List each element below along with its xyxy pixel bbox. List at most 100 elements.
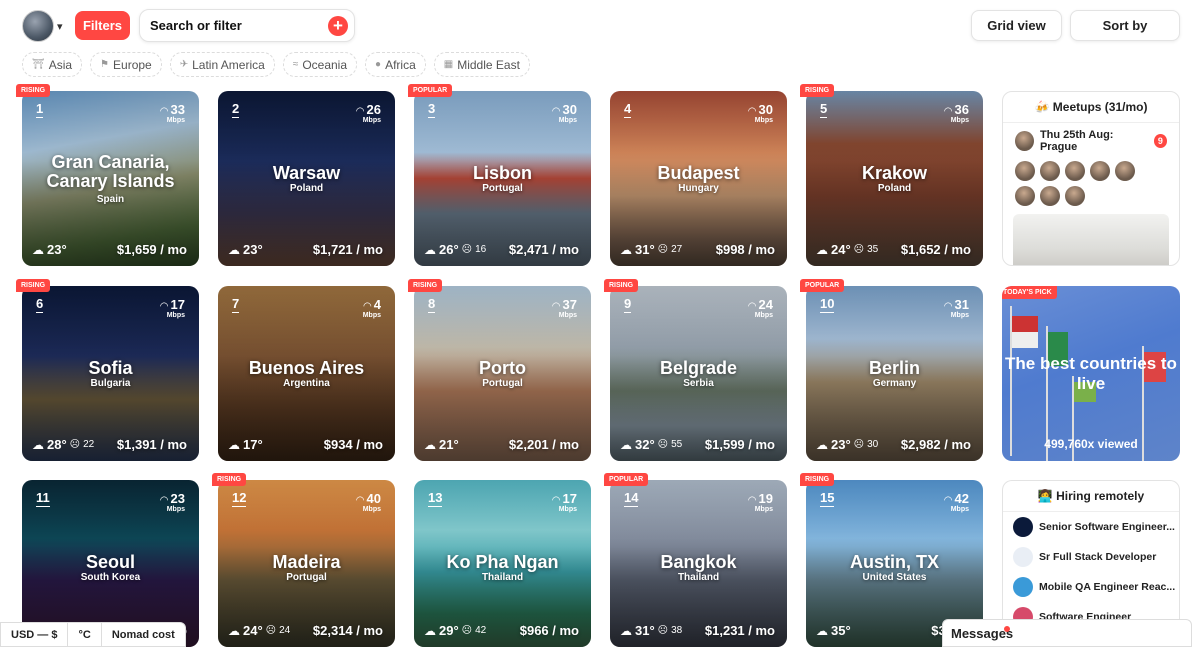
card-footer: ☁ 23° $1,721 / mo [228,242,383,257]
wave-icon: ≈ [292,59,299,70]
avatar[interactable] [1090,161,1110,181]
air-quality-value: 16 [475,244,487,255]
internet-speed-unit: Mbps [558,117,577,124]
city-name: Porto [479,358,526,378]
city-name: Budapest [657,163,740,183]
currency-selector[interactable]: USD — $ [1,623,69,646]
city-rank: 10 [820,296,835,313]
job-listing[interactable]: Senior Software Engineer... [1003,512,1179,542]
temperature-unit-toggle[interactable]: °C [68,623,102,646]
city-card[interactable]: 10 ◠ 31 Mbps Berlin Germany ☁ 23° ☹ 30 $2,982 / mo [806,286,983,461]
city-card[interactable]: 6 ◠ 17 Mbps Sofia Bulgaria ☁ 28° ☹ 22 $1,391 / mo [22,286,199,461]
search-box[interactable]: + [139,9,355,42]
status-badge: POPULAR [800,279,845,292]
region-filter[interactable]: ⛩ Asia [22,52,83,77]
temperature: 24° [243,623,263,638]
region-filter[interactable]: ● Africa [365,52,426,77]
city-name: Krakow [861,163,928,183]
user-menu[interactable]: ▾ [22,10,63,42]
notification-dot [1004,626,1010,632]
air-quality-icon: ☹ [657,439,669,450]
internet-speed-unit: Mbps [754,312,773,319]
temperature: 32° [635,437,655,452]
internet-speed-unit: Mbps [754,506,773,513]
meetup-event[interactable]: Thu 25th Aug: Prague 9 [1003,123,1179,159]
messages-button[interactable]: Messages [942,619,1192,647]
settings-bar: USD — $ °C Nomad cost [0,622,186,647]
grid-view-button[interactable]: Grid view [971,10,1062,41]
meetups-card[interactable]: 🍻 Meetups (31/mo) Thu 25th Aug: Prague 9 [1002,91,1180,266]
monthly-cost: $1,231 / mo [704,623,775,638]
city-card[interactable]: 1 ◠ 33 Mbps Gran Canaria, Canary Islands Spai… [22,91,199,266]
weather-info: ☁ 24° ☹ 24 [228,623,290,638]
sort-button[interactable]: Sort by [1070,10,1180,41]
region-filter[interactable]: ≈ Oceania [282,52,358,77]
filters-button[interactable]: Filters [75,11,130,40]
air-quality-icon: ☹ [265,625,277,636]
air-quality-value: 35 [867,244,879,255]
internet-speed: ◠ 31 Mbps [944,296,969,319]
weather-icon: ☁ [620,623,632,638]
temperature: 24° [831,242,851,257]
monthly-cost: $966 / mo [519,623,579,638]
card-footer: ☁ 29° ☹ 42 $966 / mo [424,623,579,638]
avatar[interactable] [1015,161,1035,181]
internet-speed-value: 30 [562,102,577,117]
avatar[interactable] [22,10,54,42]
wifi-icon: ◠ [747,301,757,312]
air-quality-icon: ☹ [69,439,81,450]
country-name: Germany [872,378,917,389]
todays-pick-card[interactable]: TODAY'S PICK The best countries to live … [1002,286,1180,461]
city-card[interactable]: 8 ◠ 37 Mbps Porto Portugal ☁ 21° $2,201 / mo [414,286,591,461]
avatar[interactable] [1015,186,1035,206]
job-list: Senior Software Engineer... Sr Full Stack… [1003,512,1179,632]
temperature: 28° [47,437,67,452]
city-name: Seoul [85,552,135,572]
region-filters: ⛩ Asia ⚑ Europe ✈ Latin America ≈ Oceania ● Afric… [22,52,530,77]
cost-mode-selector[interactable]: Nomad cost [102,623,185,646]
city-card[interactable]: 3 ◠ 30 Mbps Lisbon Portugal ☁ 26° ☹ 16 $2,471 / mo [414,91,591,266]
avatar[interactable] [1040,161,1060,181]
internet-speed-unit: Mbps [950,117,969,124]
avatar[interactable] [1040,186,1060,206]
air-quality-icon: ☹ [853,439,865,450]
avatar[interactable] [1065,186,1085,206]
city-card[interactable]: 13 ◠ 17 Mbps Ko Pha Ngan Thailand ☁ 29° ☹ 42 $966 … [414,480,591,647]
weather-info: ☁ 32° ☹ 55 [620,437,682,452]
region-filter[interactable]: ▦ Middle East [433,52,530,77]
city-card[interactable]: 5 ◠ 36 Mbps Krakow Poland ☁ 24° ☹ 35 $1,652 / mo [806,91,983,266]
city-card[interactable]: 9 ◠ 24 Mbps Belgrade Serbia ☁ 32° ☹ 55 $1,599 / mo [610,286,787,461]
monthly-cost: $2,982 / mo [900,437,971,452]
job-listing[interactable]: Sr Full Stack Developer [1003,542,1179,572]
region-filter-label: Africa [385,57,416,72]
temperature: 23° [243,242,263,257]
city-card[interactable]: 7 ◠ 4 Mbps Buenos Aires Argentina ☁ 17° $934 / m… [218,286,395,461]
avatar[interactable] [1065,161,1085,181]
country-name: Bulgaria [90,378,131,389]
internet-speed-unit: Mbps [558,312,577,319]
globe-icon: ● [375,59,382,70]
city-rank: 5 [820,101,828,118]
city-card[interactable]: 2 ◠ 26 Mbps Warsaw Poland ☁ 23° $1,721 / mo [218,91,395,266]
internet-speed: ◠ 4 Mbps [363,296,381,319]
city-card[interactable]: 14 ◠ 19 Mbps Bangkok Thailand ☁ 31° ☹ 38 $1,231 / … [610,480,787,647]
internet-speed: ◠ 33 Mbps [160,101,185,124]
region-filter[interactable]: ⚑ Europe [90,52,162,77]
air-quality-icon: ☹ [657,244,669,255]
search-input[interactable] [150,18,320,33]
region-filter[interactable]: ✈ Latin America [169,52,275,77]
weather-info: ☁ 23° [228,242,263,257]
city-name: Gran Canaria, Canary Islands [46,152,175,191]
add-filter-icon[interactable]: + [328,16,348,36]
air-quality-value: 27 [671,244,683,255]
internet-speed: ◠ 26 Mbps [356,101,381,124]
city-name: Buenos Aires [248,358,365,378]
company-logo-icon [1013,517,1033,537]
city-card[interactable]: 12 ◠ 40 Mbps Madeira Portugal ☁ 24° ☹ 24 $2,314 / … [218,480,395,647]
city-card[interactable]: 4 ◠ 30 Mbps Budapest Hungary ☁ 31° ☹ 27 $998 / mo [610,91,787,266]
wifi-icon: ◠ [159,301,169,312]
internet-speed: ◠ 36 Mbps [944,101,969,124]
job-listing[interactable]: Mobile QA Engineer Reac... [1003,572,1179,602]
chevron-down-icon[interactable]: ▾ [57,20,63,33]
avatar[interactable] [1115,161,1135,181]
